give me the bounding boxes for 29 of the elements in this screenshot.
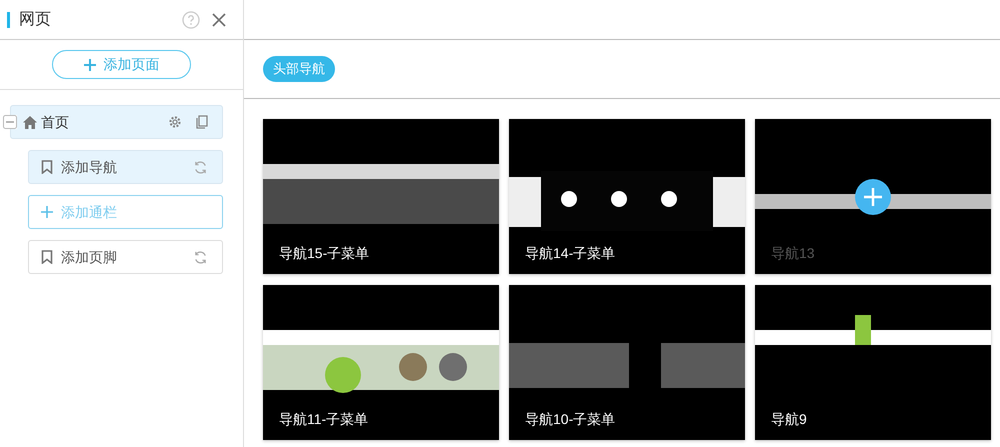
template-card[interactable]: 导航15-子菜单 [263,119,499,274]
gear-icon[interactable] [168,115,182,129]
template-label: 导航15-子菜单 [279,244,370,263]
page-item[interactable]: 首页 [10,105,223,139]
copy-icon[interactable] [196,115,208,129]
template-card[interactable]: 导航11-子菜单 [263,285,499,440]
template-label: 导航11-子菜单 [279,410,368,429]
add-icon[interactable] [855,179,891,215]
home-icon [23,116,37,128]
bookmark-icon [41,160,53,174]
help-icon[interactable] [182,10,200,28]
refresh-icon[interactable] [193,250,208,264]
template-label: 导航10-子菜单 [525,410,616,429]
template-card[interactable]: 导航10-子菜单 [509,285,745,440]
section-item[interactable]: 添加页脚 [28,240,223,274]
refresh-icon[interactable] [193,160,208,174]
template-label: 导航13 [771,244,815,263]
section-item[interactable]: 添加导航 [28,150,223,184]
template-card[interactable]: 导航9 [755,285,991,440]
template-card[interactable]: 导航14-子菜单 [509,119,745,274]
plus-icon [41,206,53,218]
plus-icon [84,58,96,70]
close-icon[interactable] [212,12,226,26]
page-label: 首页 [41,112,69,132]
collapse-icon[interactable] [3,115,17,129]
panel-title: 网页 [19,10,51,30]
bookmark-icon [41,250,53,264]
template-label: 导航14-子菜单 [525,244,616,263]
template-label: 导航9 [771,410,807,429]
